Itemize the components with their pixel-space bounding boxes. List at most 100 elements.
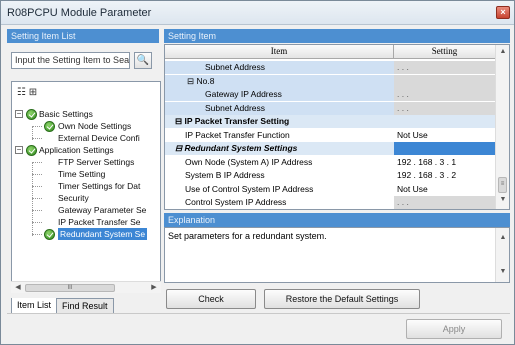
tree-connector <box>32 174 42 175</box>
tree-item[interactable]: Own Node Settings <box>58 120 131 132</box>
grid-row[interactable]: ⊟ IP Packet Transfer Setting <box>165 115 495 128</box>
setting-cell[interactable]: 192 . 168 . 3 . 2 <box>394 169 495 182</box>
tree-connector <box>32 198 42 199</box>
item-label: IP Packet Transfer Setting <box>184 116 290 126</box>
grid-vertical-scrollbar[interactable]: ▲ ≡ ▼ <box>495 45 509 209</box>
setting-item-tree[interactable]: ☷ ⊞ − Basic Settings Own Node Settings Exte… <box>11 81 161 293</box>
tree-item[interactable]: Basic Settings <box>39 108 93 120</box>
check-circle-icon <box>44 121 55 132</box>
tree-item[interactable]: Application Settings <box>39 144 114 156</box>
item-label: Control System IP Address <box>185 197 287 207</box>
check-circle-icon <box>26 145 37 156</box>
tree-item[interactable]: Security <box>58 192 89 204</box>
item-label: Gateway IP Address <box>205 89 282 99</box>
tree-connector <box>32 186 42 187</box>
tree-item[interactable]: Timer Settings for Dat <box>58 180 140 192</box>
tree-connector <box>32 222 42 223</box>
grid-row[interactable]: Subnet Address . . . <box>165 61 495 74</box>
tree-item[interactable]: External Device Confi <box>58 132 140 144</box>
setting-item-list-header: Setting Item List <box>7 29 159 43</box>
search-input[interactable]: Input the Setting Item to Sea <box>11 52 130 69</box>
check-circle-icon <box>26 109 37 120</box>
explanation-box: Set parameters for a redundant system. ▲… <box>164 227 510 283</box>
scroll-thumb[interactable]: III <box>25 284 115 292</box>
check-button[interactable]: Check <box>166 289 256 309</box>
apply-button[interactable]: Apply <box>406 319 502 339</box>
setting-cell[interactable]: Not Use <box>394 129 495 142</box>
tree-expander-icon[interactable]: − <box>15 110 23 118</box>
explanation-text: Set parameters for a redundant system. <box>168 231 327 241</box>
item-label: No.8 <box>196 75 215 86</box>
item-label: IP Packet Transfer Function <box>185 129 290 140</box>
check-circle-icon <box>44 229 55 240</box>
tree-item[interactable]: Gateway Parameter Se <box>58 204 146 216</box>
grid-row[interactable]: Own Node (System A) IP Address 192 . 168 … <box>165 155 495 169</box>
item-label: Own Node (System A) IP Address <box>185 156 313 167</box>
setting-cell[interactable]: Not Use <box>394 183 495 196</box>
tab-find-result[interactable]: Find Result <box>56 298 114 314</box>
binoculars-icon: 🔍 <box>136 55 150 66</box>
item-label: Subnet Address <box>205 102 266 113</box>
item-cell: Own Node (System A) IP Address <box>165 156 394 169</box>
restore-default-settings-button[interactable]: Restore the Default Settings <box>264 289 420 309</box>
item-cell: ⊟ IP Packet Transfer Setting <box>165 115 394 128</box>
scroll-right-icon[interactable]: ▶ <box>149 283 159 293</box>
setting-cell[interactable]: 192 . 168 . 3 . 1 <box>394 155 495 169</box>
tree-connector <box>32 162 33 236</box>
tree-item[interactable]: Time Setting <box>58 168 105 180</box>
setting-cell[interactable] <box>394 74 495 88</box>
grid-scroll-thumb[interactable]: ≡ <box>498 177 507 193</box>
column-header-item: Item <box>165 45 394 59</box>
explanation-scroll-up-icon[interactable]: ▲ <box>498 234 508 244</box>
tree-horizontal-scrollbar[interactable]: ◀ III ▶ <box>11 281 161 293</box>
item-label: System B IP Address <box>185 170 265 180</box>
grid-row[interactable]: Use of Control System IP Address Not Use <box>165 183 495 196</box>
grid-row[interactable]: System B IP Address 192 . 168 . 3 . 2 <box>165 169 495 182</box>
tree-item[interactable]: FTP Server Settings <box>58 156 134 168</box>
setting-grid: Item Setting Subnet Address. . . ⊟ No.8 Ga… <box>164 44 510 210</box>
tree-connector <box>32 162 42 163</box>
setting-cell[interactable]: . . . <box>394 101 495 115</box>
explanation-vertical-scrollbar[interactable]: ▲ ▼ <box>495 228 509 282</box>
close-button[interactable]: × <box>496 6 510 19</box>
item-cell: IP Packet Transfer Function <box>165 129 394 142</box>
setting-cell[interactable]: . . . <box>394 88 495 101</box>
item-cell: Subnet Address <box>165 101 394 115</box>
title-bar: R08PCPU Module Parameter × <box>1 1 514 25</box>
item-cell: Subnet Address <box>165 61 394 74</box>
tree-connector <box>32 234 42 235</box>
explanation-header: Explanation <box>164 213 510 227</box>
tree-connector <box>32 210 42 211</box>
tree-item[interactable]: Redundant System Se <box>58 228 148 240</box>
tree-item[interactable]: IP Packet Transfer Se <box>58 216 141 228</box>
column-header-setting: Setting <box>431 46 458 56</box>
scroll-down-icon[interactable]: ▼ <box>498 196 508 206</box>
grid-row[interactable]: Subnet Address . . . <box>165 101 495 115</box>
module-parameter-window: R08PCPU Module Parameter × Setting Item … <box>0 0 515 345</box>
tree-connector <box>32 126 33 140</box>
item-cell: ⊟ Redundant System Settings <box>165 142 394 155</box>
tab-item-list[interactable]: Item List <box>11 298 58 314</box>
scroll-up-icon[interactable]: ▲ <box>498 48 508 58</box>
setting-cell[interactable]: . . . <box>394 196 495 209</box>
tree-view-toggle-icons[interactable]: ☷ ⊞ <box>17 87 37 98</box>
scroll-left-icon[interactable]: ◀ <box>13 283 23 293</box>
item-cell: System B IP Address <box>165 169 394 182</box>
explanation-scroll-down-icon[interactable]: ▼ <box>498 268 508 278</box>
setting-cell[interactable] <box>394 142 495 155</box>
grid-row[interactable]: Gateway IP Address . . . <box>165 88 495 101</box>
item-label: Use of Control System IP Address <box>185 183 314 194</box>
tree-expander-icon[interactable]: − <box>15 146 23 154</box>
grid-row[interactable]: ⊟ No.8 <box>165 74 495 88</box>
grid-header-row: Item Setting <box>165 45 495 59</box>
setting-cell[interactable] <box>394 115 495 128</box>
item-cell: ⊟ No.8 <box>165 74 394 88</box>
grid-row[interactable]: Control System IP Address . . . <box>165 196 495 209</box>
item-label: Redundant System Settings <box>184 143 298 153</box>
binoculars-search-button[interactable]: 🔍 <box>134 52 152 69</box>
item-cell: Control System IP Address <box>165 196 394 209</box>
grid-row[interactable]: ⊟ Redundant System Settings <box>165 142 495 155</box>
item-label: Subnet Address <box>205 62 266 72</box>
grid-row[interactable]: IP Packet Transfer Function Not Use <box>165 129 495 142</box>
setting-cell[interactable]: . . . <box>394 61 495 74</box>
